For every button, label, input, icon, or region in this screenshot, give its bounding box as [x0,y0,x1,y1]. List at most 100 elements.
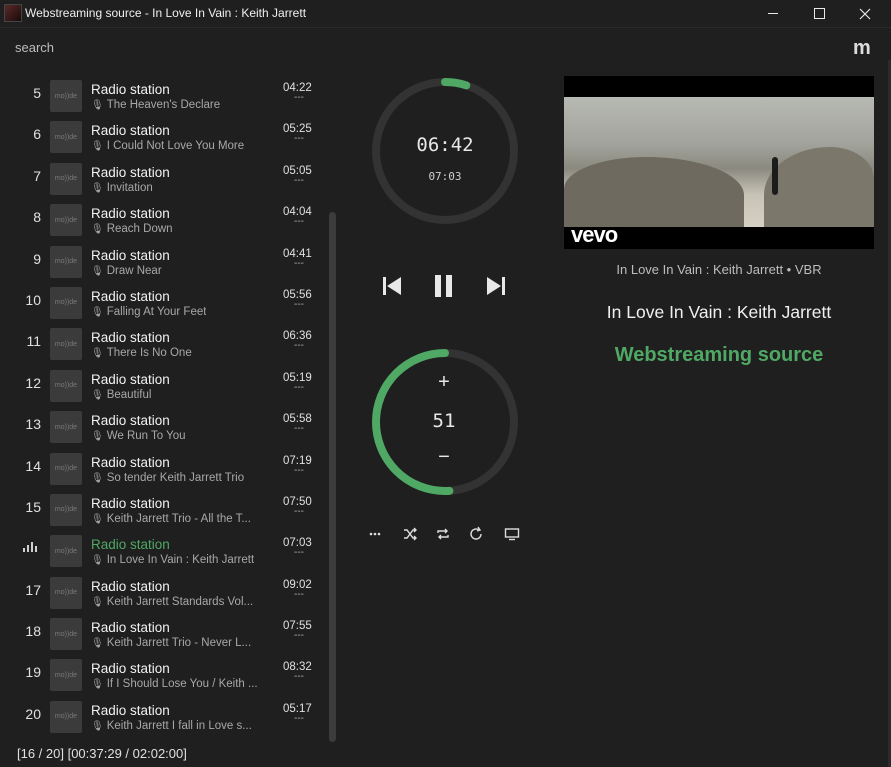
playlist-row[interactable]: mo))de Radio station 🎙 In Love In Vain : Ke… [0,533,330,574]
microphone-icon: 🎙 [91,348,104,360]
previous-button[interactable] [378,272,406,300]
station-thumbnail: mo))de [50,121,82,154]
station-label: Radio station [91,82,170,97]
track-subinfo: --- [294,381,304,393]
repeat-one-icon [470,526,482,540]
screen-button[interactable] [503,525,521,543]
track-subinfo: --- [294,257,304,269]
microphone-icon: 🎙 [91,638,104,650]
close-button[interactable] [842,0,888,27]
microphone-icon: 🎙 [91,265,104,277]
station-thumbnail: mo))de [50,369,82,402]
now-playing-source: Webstreaming source [614,344,824,366]
station-thumbnail: mo))de [50,286,82,319]
station-label: Radio station [91,247,170,263]
microphone-icon: 🎙 [91,224,104,236]
station-label: Radio station [91,495,170,511]
skip-previous-icon [383,277,401,295]
vevo-logo: vevo [571,222,618,247]
track-title: 🎙 Falling At Your Feet [91,305,207,318]
skip-next-icon [487,277,505,295]
playlist-row[interactable]: 20 mo))de Radio station 🎙 Keith Jarrett I fa… [0,699,330,740]
playlist-row[interactable]: 11 mo))de Radio station 🎙 There Is No One 06:… [0,326,330,367]
station-thumbnail: mo))de [50,328,82,361]
playlist-row[interactable]: 6 mo))de Radio station 🎙 I Could Not Love Yo… [0,119,330,160]
repeat-button[interactable] [434,525,452,543]
track-subinfo: --- [294,588,304,600]
total-time: 07:03 [428,170,462,183]
row-number: 19 [25,664,41,681]
playlist-row[interactable]: 13 mo))de Radio station 🎙 We Run To You 05:58… [0,409,330,450]
track-subinfo: --- [294,133,304,145]
row-number: 8 [33,209,41,226]
row-number: 12 [25,374,41,391]
track-title: 🎙 I Could Not Love You More [91,140,245,153]
track-title: 🎙 There Is No One [91,347,192,360]
track-title: 🎙 Beautiful [91,388,152,401]
shuffle-button[interactable] [401,525,419,543]
volume-down-button[interactable]: − [432,446,456,469]
track-subinfo: --- [294,712,304,724]
station-thumbnail: mo))de [50,576,82,609]
playlist-row[interactable]: 17 mo))de Radio station 🎙 Keith Jarrett Stan… [0,575,330,616]
playlist-row[interactable]: 5 mo))de Radio station 🎙 The Heaven's Declar… [0,78,330,119]
more-button[interactable] [366,525,384,543]
shuffle-icon [404,527,417,541]
microphone-icon: 🎙 [91,596,104,608]
track-title: 🎙 So tender Keith Jarrett Trio [91,471,245,484]
microphone-icon: 🎙 [91,389,104,401]
playlist-row[interactable]: 18 mo))de Radio station 🎙 Keith Jarrett Trio… [0,616,330,657]
track-title: 🎙 Reach Down [91,223,173,236]
track-title: 🎙 The Heaven's Declare [91,99,221,111]
station-thumbnail: mo))de [50,659,82,692]
station-label: Radio station [91,620,170,636]
track-subinfo: --- [294,505,304,517]
minimize-button[interactable] [750,0,796,27]
playlist-scrollbar[interactable] [329,212,336,742]
playlist-row[interactable]: 7 mo))de Radio station 🎙 Invitation 05:05 --- [0,161,330,202]
window-title: Webstreaming source - In Love In Vain : … [25,6,307,20]
station-label: Radio station [91,702,170,718]
repeat-icon [437,528,449,540]
track-info: In Love In Vain : Keith Jarrett • VBR [616,262,822,277]
station-thumbnail: mo))de [50,493,82,526]
volume-up-button[interactable]: + [432,371,456,394]
playlist-row[interactable]: 19 mo))de Radio station 🎙 If I Should Lose Y… [0,657,330,698]
row-number: 5 [33,85,41,101]
row-number: 18 [25,623,41,640]
track-title: 🎙 Draw Near [91,264,162,277]
station-thumbnail: mo))de [50,245,82,278]
more-icon [369,532,381,536]
screen-icon [504,528,520,541]
pause-button[interactable] [430,272,458,300]
row-number: 13 [25,416,41,433]
row-number: 11 [26,333,41,350]
maximize-button[interactable] [796,0,842,27]
track-title: 🎙 In Love In Vain : Keith Jarrett [91,554,255,567]
row-number: 20 [25,705,41,722]
station-label: Radio station [91,537,170,553]
search-input[interactable]: search [15,40,54,55]
playlist-row[interactable]: 9 mo))de Radio station 🎙 Draw Near 04:41 --- [0,244,330,285]
microphone-icon: 🎙 [91,141,104,153]
station-label: Radio station [91,206,170,222]
playlist-row[interactable]: 10 mo))de Radio station 🎙 Falling At Your Fe… [0,285,330,326]
playlist-row[interactable]: 8 mo))de Radio station 🎙 Reach Down 04:04 --- [0,202,330,243]
track-title: 🎙 Keith Jarrett Trio - All the T... [91,512,251,525]
row-number: 10 [25,291,41,308]
playlist-row[interactable]: 14 mo))de Radio station 🎙 So tender Keith Ja… [0,451,330,492]
track-subinfo: --- [294,464,304,476]
track-subinfo: --- [294,547,304,559]
playlist-row[interactable]: 15 mo))de Radio station 🎙 Keith Jarrett Trio… [0,492,330,533]
microphone-icon: 🎙 [91,720,104,732]
row-number: 7 [33,167,41,184]
microphone-icon: 🎙 [91,472,104,484]
station-thumbnail: mo))de [50,411,82,444]
row-number: 17 [25,581,41,598]
elapsed-time: 06:42 [416,134,474,156]
station-label: Radio station [91,123,170,139]
next-button[interactable] [482,272,510,300]
now-playing-icon [23,542,39,553]
repeat-one-button[interactable] [467,525,485,543]
playlist-row[interactable]: 12 mo))de Radio station 🎙 Beautiful 05:19 --- [0,368,330,409]
